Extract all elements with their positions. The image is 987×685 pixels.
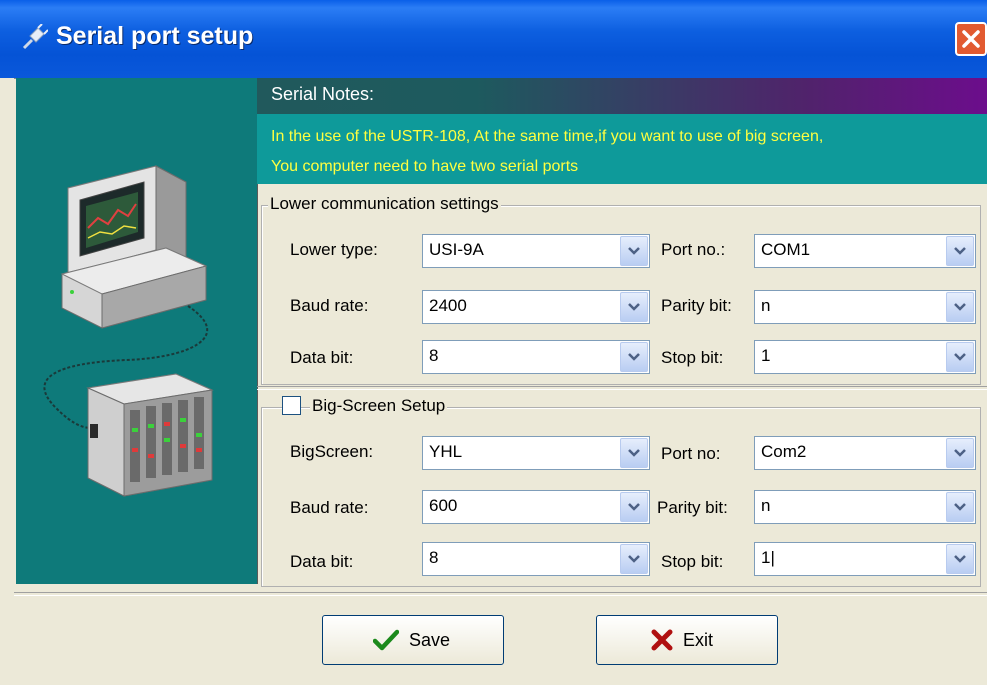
big-parity-bit-label: Parity bit: — [657, 498, 728, 517]
big-screen-value: YHL — [429, 442, 463, 461]
illustration-panel — [16, 78, 258, 584]
parity-bit-label: Parity bit: — [661, 296, 732, 315]
chevron-down-icon[interactable] — [946, 492, 974, 522]
big-stop-bit-select[interactable]: 1| — [754, 542, 976, 576]
big-screen-label: BigScreen: — [290, 442, 374, 461]
big-stop-bit-label: Stop bit: — [661, 552, 724, 571]
serial-notes-body: In the use of the USTR-108, At the same … — [257, 114, 987, 184]
exit-button-label: Exit — [683, 630, 714, 650]
data-bit-value: 8 — [429, 346, 439, 365]
save-button-label: Save — [409, 630, 451, 650]
lower-communication-title: Lower communication settings — [268, 194, 501, 214]
exit-button[interactable]: Exit — [596, 615, 778, 665]
big-baud-rate-label: Baud rate: — [290, 498, 369, 517]
chevron-down-icon[interactable] — [620, 492, 648, 522]
chevron-down-icon[interactable] — [620, 544, 648, 574]
chevron-down-icon[interactable] — [946, 438, 974, 468]
baud-rate-label: Baud rate: — [290, 296, 369, 315]
big-port-no-value: Com2 — [761, 442, 807, 461]
port-no-value: COM1 — [761, 240, 811, 259]
serial-port-setup-window: Serial port setup Serial Notes: In the u… — [0, 0, 987, 685]
close-icon — [962, 30, 980, 48]
big-screen-checkbox[interactable] — [282, 396, 301, 415]
title-bar[interactable]: Serial port setup — [0, 0, 987, 78]
big-screen-select[interactable]: YHL — [422, 436, 650, 470]
stop-bit-value: 1 — [761, 346, 771, 365]
chevron-down-icon[interactable] — [946, 342, 974, 372]
save-button[interactable]: Save — [322, 615, 504, 665]
big-data-bit-label: Data bit: — [290, 552, 354, 571]
computer-device-illustration — [43, 165, 214, 497]
data-bit-label: Data bit: — [290, 348, 354, 367]
big-data-bit-value: 8 — [429, 548, 439, 567]
serial-notes-line-2: You computer need to have two serial por… — [271, 158, 579, 175]
big-baud-rate-value: 600 — [429, 496, 458, 515]
cross-icon — [651, 629, 673, 651]
lower-type-label: Lower type: — [290, 240, 378, 259]
data-bit-select[interactable]: 8 — [422, 340, 650, 374]
stop-bit-select[interactable]: 1 — [754, 340, 976, 374]
big-stop-bit-value: 1| — [761, 548, 775, 567]
port-no-label: Port no.: — [661, 240, 726, 259]
big-port-no-select[interactable]: Com2 — [754, 436, 976, 470]
lower-type-select[interactable]: USI-9A — [422, 234, 650, 268]
chevron-down-icon[interactable] — [946, 292, 974, 322]
checkmark-icon — [373, 629, 399, 651]
footer-separator — [14, 592, 987, 596]
section-divider — [257, 386, 987, 390]
close-button[interactable] — [955, 22, 987, 56]
plug-icon — [22, 24, 48, 50]
window-title: Serial port setup — [56, 22, 254, 50]
chevron-down-icon[interactable] — [620, 292, 648, 322]
big-baud-rate-select[interactable]: 600 — [422, 490, 650, 524]
big-parity-bit-value: n — [761, 496, 771, 515]
serial-notes-title: Serial Notes: — [271, 84, 375, 104]
big-parity-bit-select[interactable]: n — [754, 490, 976, 524]
serial-notes-header: Serial Notes: — [257, 78, 987, 114]
stop-bit-label: Stop bit: — [661, 348, 724, 367]
serial-notes-line-1: In the use of the USTR-108, At the same … — [271, 128, 824, 145]
big-port-no-label: Port no: — [661, 444, 721, 463]
chevron-down-icon[interactable] — [946, 544, 974, 574]
lower-type-value: USI-9A — [429, 240, 484, 259]
parity-bit-value: n — [761, 296, 771, 315]
chevron-down-icon[interactable] — [620, 342, 648, 372]
baud-rate-value: 2400 — [429, 296, 467, 315]
chevron-down-icon[interactable] — [620, 236, 648, 266]
big-data-bit-select[interactable]: 8 — [422, 542, 650, 576]
port-no-select[interactable]: COM1 — [754, 234, 976, 268]
chevron-down-icon[interactable] — [946, 236, 974, 266]
big-screen-title[interactable]: Big-Screen Setup — [310, 396, 448, 416]
baud-rate-select[interactable]: 2400 — [422, 290, 650, 324]
chevron-down-icon[interactable] — [620, 438, 648, 468]
parity-bit-select[interactable]: n — [754, 290, 976, 324]
